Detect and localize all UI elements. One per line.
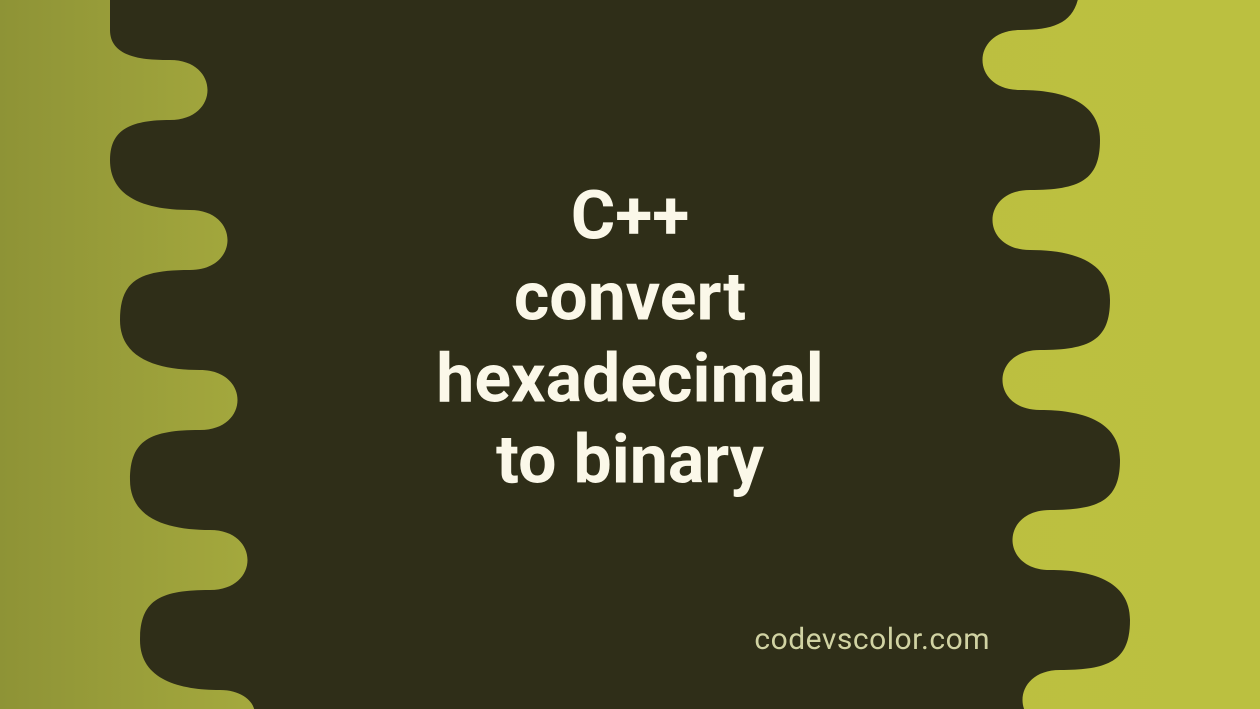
watermark-text: codevscolor.com bbox=[754, 622, 990, 657]
main-title: C++ convert hexadecimal to binary bbox=[436, 175, 824, 501]
